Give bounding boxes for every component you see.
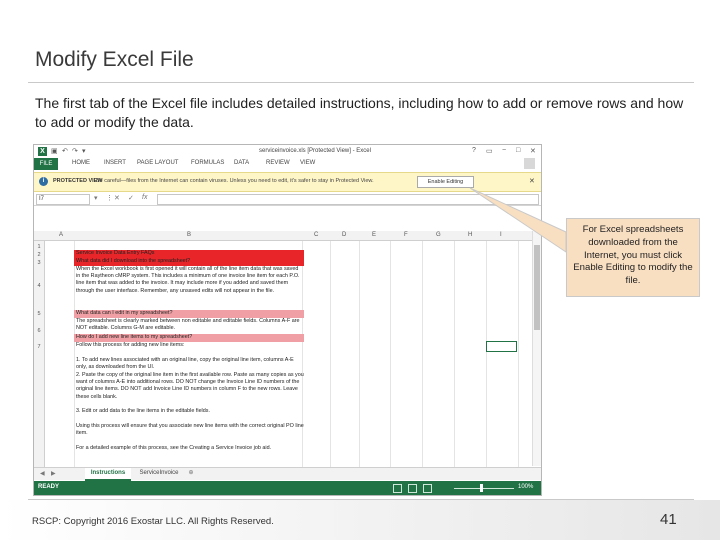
slide-title: Modify Excel File bbox=[35, 48, 194, 71]
name-box[interactable]: I7 bbox=[36, 194, 90, 205]
protected-view-bar: i PROTECTED VIEW Be careful—files from t… bbox=[34, 172, 541, 192]
tab-home[interactable]: HOME bbox=[72, 160, 90, 166]
cell-answer[interactable]: The spreadsheet is clearly marked betwee… bbox=[74, 318, 304, 333]
title-divider bbox=[28, 82, 694, 83]
insert-function-icon[interactable]: fx bbox=[142, 194, 147, 201]
protected-view-message: Be careful—files from the Internet can c… bbox=[96, 178, 374, 184]
cell-question[interactable]: How do I add new line items to my spread… bbox=[74, 334, 304, 342]
slide-body-text: The first tab of the Excel file includes… bbox=[35, 95, 684, 130]
column-header[interactable]: G bbox=[436, 232, 441, 238]
page-layout-view-icon[interactable] bbox=[408, 484, 417, 493]
cell-answer[interactable]: Using this process will ensure that you … bbox=[74, 423, 304, 438]
undo-icon[interactable]: ↶ bbox=[62, 147, 68, 155]
cell-answer[interactable]: For a detailed example of this process, … bbox=[74, 445, 304, 453]
cancel-entry-icon[interactable]: ✕ bbox=[114, 194, 120, 202]
column-header[interactable]: B bbox=[187, 232, 191, 238]
zoom-slider-thumb[interactable] bbox=[480, 484, 483, 492]
cell-answer[interactable]: 3. Edit or add data to the line items in… bbox=[74, 408, 304, 416]
column-header[interactable]: D bbox=[342, 232, 346, 238]
user-avatar[interactable] bbox=[524, 158, 535, 169]
add-sheet-icon[interactable]: ⊕ bbox=[186, 468, 196, 479]
column-headers: A B C D E F G H I bbox=[34, 231, 532, 241]
column-header[interactable]: I bbox=[500, 232, 502, 238]
sheet-tab-serviceinvoice[interactable]: ServiceInvoice bbox=[134, 468, 184, 479]
grid-line bbox=[518, 241, 519, 467]
column-header[interactable]: E bbox=[372, 232, 376, 238]
cell-question[interactable]: What data did I download into the spread… bbox=[74, 258, 304, 266]
sheet-tab-instructions[interactable]: Instructions bbox=[85, 468, 131, 481]
window-title: serviceinvoice.xls [Protected View] - Ex… bbox=[259, 148, 371, 154]
close-bar-icon[interactable]: ✕ bbox=[529, 177, 535, 185]
cell-answer[interactable]: 1. To add new lines associated with an o… bbox=[74, 357, 304, 372]
footer-divider bbox=[28, 499, 694, 500]
tab-formulas[interactable]: FORMULAS bbox=[191, 160, 224, 166]
sheet-tabs-bar: ◀ ▶ Instructions ServiceInvoice ⊕ bbox=[34, 467, 541, 481]
excel-app-icon: X bbox=[38, 147, 47, 156]
ribbon-options-icon[interactable]: ▭ bbox=[486, 147, 493, 155]
scroll-thumb[interactable] bbox=[534, 245, 540, 330]
tab-data[interactable]: DATA bbox=[234, 160, 249, 166]
minimize-icon[interactable]: − bbox=[502, 147, 506, 154]
row-header[interactable]: 1 bbox=[34, 244, 44, 250]
selected-cell[interactable] bbox=[486, 341, 517, 352]
row-header[interactable]: 7 bbox=[34, 344, 44, 350]
column-header[interactable]: A bbox=[59, 232, 63, 238]
grid-line bbox=[359, 241, 360, 467]
cell-answer[interactable]: When the Excel workbook is first opened … bbox=[74, 266, 304, 310]
page-break-view-icon[interactable] bbox=[423, 484, 432, 493]
maximize-icon[interactable]: □ bbox=[516, 147, 520, 154]
redo-icon[interactable]: ↷ bbox=[72, 147, 78, 155]
customize-toolbar-icon[interactable]: ▾ bbox=[82, 147, 86, 155]
next-sheet-icon[interactable]: ▶ bbox=[51, 470, 56, 477]
cell-answer[interactable]: 2. Paste the copy of the original line i… bbox=[74, 372, 304, 408]
ribbon-tabs: FILE HOME INSERT PAGE LAYOUT FORMULAS DA… bbox=[34, 158, 541, 170]
excel-window: X ▣ ↶ ↷ ▾ serviceinvoice.xls [Protected … bbox=[33, 144, 542, 496]
help-icon[interactable]: ? bbox=[472, 147, 476, 154]
grid-line bbox=[454, 241, 455, 467]
row-header[interactable]: 2 bbox=[34, 252, 44, 258]
column-header[interactable]: C bbox=[314, 232, 318, 238]
tab-insert[interactable]: INSERT bbox=[104, 160, 126, 166]
row-headers bbox=[34, 241, 45, 467]
cell-faq-title[interactable]: Service Invoice Data Entry FAQs bbox=[74, 250, 304, 258]
name-box-dropdown-icon[interactable]: ▾ bbox=[94, 194, 98, 202]
tab-file[interactable]: FILE bbox=[34, 158, 58, 170]
enable-editing-button[interactable]: Enable Editing bbox=[417, 176, 474, 188]
excel-title-bar: X ▣ ↶ ↷ ▾ serviceinvoice.xls [Protected … bbox=[34, 145, 541, 158]
cell-answer[interactable]: Follow this process for adding new line … bbox=[74, 342, 304, 350]
grid-line bbox=[390, 241, 391, 467]
column-header[interactable]: F bbox=[404, 232, 408, 238]
vertical-scrollbar[interactable] bbox=[532, 231, 541, 466]
row-header[interactable]: 3 bbox=[34, 260, 44, 266]
grid-line bbox=[422, 241, 423, 467]
zoom-level[interactable]: 100% bbox=[518, 484, 533, 490]
grid-line bbox=[330, 241, 331, 467]
grid-line bbox=[486, 241, 487, 467]
formula-input[interactable] bbox=[157, 194, 539, 205]
zoom-slider[interactable] bbox=[454, 488, 514, 489]
copyright-text: RSCP: Copyright 2016 Exostar LLC. All Ri… bbox=[32, 516, 274, 527]
row-header[interactable]: 5 bbox=[34, 311, 44, 317]
formula-bar-grip-icon: ⋮ bbox=[106, 195, 113, 202]
cell-question[interactable]: What data can I edit in my spreadsheet? bbox=[74, 310, 304, 318]
tab-page-layout[interactable]: PAGE LAYOUT bbox=[137, 160, 178, 166]
tab-view[interactable]: VIEW bbox=[300, 160, 315, 166]
previous-sheet-icon[interactable]: ◀ bbox=[40, 470, 45, 477]
status-bar: READY 100% bbox=[34, 481, 541, 495]
save-icon[interactable]: ▣ bbox=[51, 147, 58, 155]
status-text: READY bbox=[38, 484, 60, 490]
tab-review[interactable]: REVIEW bbox=[266, 160, 290, 166]
column-header[interactable]: H bbox=[468, 232, 472, 238]
callout-note: For Excel spreadsheets downloaded from t… bbox=[566, 218, 700, 297]
row-header[interactable]: 6 bbox=[34, 328, 44, 334]
enter-entry-icon[interactable]: ✓ bbox=[128, 194, 134, 202]
info-icon: i bbox=[39, 177, 48, 186]
page-number: 41 bbox=[660, 511, 677, 528]
formula-bar: I7 ▾ ⋮ ✕ ✓ fx bbox=[34, 192, 541, 206]
row-header[interactable]: 4 bbox=[34, 283, 44, 289]
normal-view-icon[interactable] bbox=[393, 484, 402, 493]
close-icon[interactable]: ✕ bbox=[530, 147, 536, 155]
